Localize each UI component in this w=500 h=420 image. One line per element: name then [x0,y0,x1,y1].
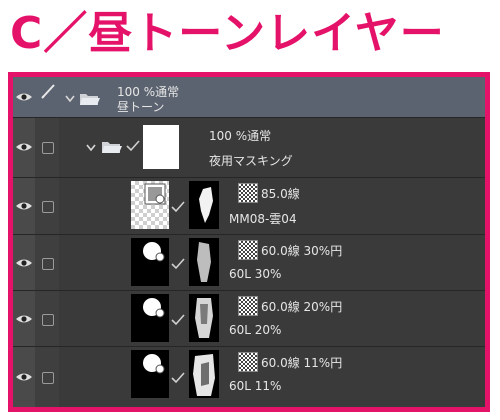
tone-screen-icon [238,352,258,372]
layer-name: 夜用マスキング [209,154,293,168]
mask-thumbnail [189,238,219,286]
page-title: C／昼トーンレイヤー [10,8,445,59]
check-icon [171,258,185,270]
tone-settings: 85.0線 [261,187,300,201]
check-icon [171,372,185,384]
tone-settings: 60.0線 11%円 [261,356,343,370]
layer-thumbnail [131,181,169,229]
layer-name: 60L 20% [229,323,282,337]
layer-thumbnail [131,294,169,342]
tone-screen-icon [143,354,165,374]
edit-lock-checkbox[interactable] [42,201,54,213]
pen-icon[interactable] [40,83,56,99]
layer-row-folder-night-mask[interactable]: 100 %通常 夜用マスキング [13,117,485,178]
layer-panel: 100 %通常 昼トーン 100 %通常 夜用マスキング 85.0線 MM08-… [8,72,490,412]
chevron-down-icon[interactable] [65,95,75,103]
mask-thumbnail [189,350,219,398]
chevron-down-icon[interactable] [86,144,96,152]
folder-open-icon [102,142,122,153]
folder-open-icon [80,94,100,105]
edit-lock-checkbox[interactable] [42,142,54,154]
eye-icon[interactable] [15,201,33,211]
tone-screen-icon [238,183,258,203]
layer-name: 60L 30% [229,267,282,281]
layer-row-tone-11[interactable]: 60.0線 11%円 60L 11% [13,346,485,407]
layer-row-folder-day-tone[interactable]: 100 %通常 昼トーン [13,77,485,118]
tone-screen-icon [143,242,165,262]
tone-settings: 60.0線 20%円 [261,300,343,314]
eye-icon[interactable] [15,314,33,324]
layer-name: MM08-雲04 [229,212,297,226]
check-icon [126,140,140,152]
layer-thumbnail [131,350,169,398]
layer-blend-opacity: 100 %通常 [209,129,272,143]
eye-icon[interactable] [15,258,33,268]
eye-icon[interactable] [15,142,33,152]
mask-thumbnail [189,181,219,229]
layer-name: 昼トーン [117,100,165,114]
eye-icon[interactable] [15,92,33,102]
layer-thumbnail [131,238,169,286]
layer-thumbnail [143,125,179,169]
check-icon [171,201,185,213]
edit-lock-checkbox[interactable] [42,314,54,326]
edit-lock-checkbox[interactable] [42,372,54,384]
check-icon [171,314,185,326]
layer-row-tone-cloud[interactable]: 85.0線 MM08-雲04 [13,177,485,235]
tone-screen-icon [144,183,166,205]
mask-thumbnail [189,294,219,342]
edit-lock-checkbox[interactable] [42,258,54,270]
layer-name: 60L 11% [229,379,282,393]
layer-row-tone-30[interactable]: 60.0線 30%円 60L 30% [13,234,485,291]
tone-screen-icon [238,296,258,316]
tone-settings: 60.0線 30%円 [261,244,343,258]
layer-row-tone-20[interactable]: 60.0線 20%円 60L 20% [13,290,485,347]
eye-icon[interactable] [15,372,33,382]
tone-screen-icon [238,240,258,260]
tone-screen-icon [143,298,165,318]
